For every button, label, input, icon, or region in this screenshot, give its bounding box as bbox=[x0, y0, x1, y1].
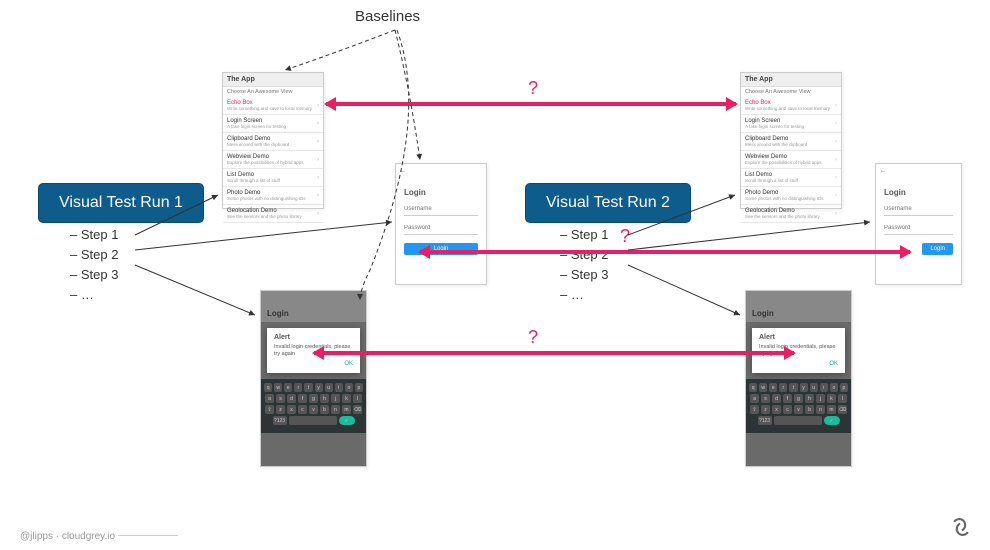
footer: @jlipps · cloudgrey.io bbox=[20, 531, 184, 542]
run1-step2: Step 2 bbox=[81, 247, 119, 262]
list-item: Login ScreenA fake login screen for test… bbox=[223, 115, 323, 133]
question-mark-1: ? bbox=[528, 78, 538, 99]
run2-step1: Step 1 bbox=[571, 227, 609, 242]
login-title: Login bbox=[884, 188, 953, 197]
run1-pill: Visual Test Run 1 bbox=[38, 183, 204, 223]
username-field bbox=[404, 203, 478, 216]
footer-text: @jlipps · cloudgrey.io bbox=[20, 531, 115, 542]
question-mark-3: ? bbox=[528, 327, 538, 348]
username-field bbox=[884, 203, 953, 216]
list-item: Webview DemoExplore the possibilities of… bbox=[741, 151, 841, 169]
app-title: The App bbox=[741, 73, 841, 87]
run1-step3: Step 3 bbox=[81, 267, 119, 282]
question-mark-2: ? bbox=[620, 226, 630, 247]
back-icon: ← bbox=[400, 168, 406, 174]
baselines-label: Baselines bbox=[355, 8, 420, 25]
baseline-alert-screen-1: LoginAlertInvalid login credentials, ple… bbox=[260, 290, 367, 467]
baseline-list-screen-1: The App Choose An Awesome View Echo BoxW… bbox=[222, 72, 324, 209]
baseline-list-screen-2: The App Choose An Awesome View Echo BoxW… bbox=[740, 72, 842, 209]
cloudgrey-logo-icon bbox=[944, 510, 978, 544]
app-title: The App bbox=[223, 73, 323, 87]
run1-step4: … bbox=[81, 287, 94, 302]
list-item: Photo DemoSome photos with no distinguis… bbox=[223, 187, 323, 205]
baseline-alert-screen-2: LoginAlertInvalid login credentials, ple… bbox=[745, 290, 852, 467]
list-item: Clipboard DemoMess around with the clipb… bbox=[741, 133, 841, 151]
run2-step3: Step 3 bbox=[571, 267, 609, 282]
back-icon: ← bbox=[880, 168, 886, 174]
list-item: Clipboard DemoMess around with the clipb… bbox=[223, 133, 323, 151]
password-field bbox=[884, 222, 953, 235]
list-item: Photo DemoSome photos with no distinguis… bbox=[741, 187, 841, 205]
slide: Baselines Visual Test Run 1 – Step 1 – S… bbox=[0, 0, 990, 550]
list-item: Echo BoxWrite something and save to loca… bbox=[223, 97, 323, 115]
list-item: List DemoScroll through a list of stuff› bbox=[223, 169, 323, 187]
footer-separator bbox=[118, 535, 178, 536]
run2-pill: Visual Test Run 2 bbox=[525, 183, 691, 223]
list-item: Webview DemoExplore the possibilities of… bbox=[223, 151, 323, 169]
run1-steps: – Step 1 – Step 2 – Step 3 – … bbox=[70, 225, 118, 306]
compare-arrow-3 bbox=[314, 351, 794, 355]
list-item: Login ScreenA fake login screen for test… bbox=[741, 115, 841, 133]
list-item: Geolocation DemoSee the sensors and the … bbox=[223, 205, 323, 223]
compare-arrow-1 bbox=[326, 102, 736, 106]
run2-step4: … bbox=[571, 287, 584, 302]
list-subtitle: Choose An Awesome View bbox=[741, 87, 841, 97]
login-title: Login bbox=[404, 188, 478, 197]
run1-step1: Step 1 bbox=[81, 227, 119, 242]
password-field bbox=[404, 222, 478, 235]
login-button: Login bbox=[922, 243, 953, 255]
list-item: List DemoScroll through a list of stuff› bbox=[741, 169, 841, 187]
list-item: Echo BoxWrite something and save to loca… bbox=[741, 97, 841, 115]
compare-arrow-2 bbox=[420, 250, 910, 254]
list-item: Geolocation DemoSee the sensors and the … bbox=[741, 205, 841, 223]
baseline-login-screen-2: ← Login Login bbox=[875, 163, 962, 285]
run2-steps: – Step 1 – Step 2 – Step 3 – … bbox=[560, 225, 608, 306]
baseline-login-screen-1: ← Login Login bbox=[395, 163, 487, 285]
list-subtitle: Choose An Awesome View bbox=[223, 87, 323, 97]
